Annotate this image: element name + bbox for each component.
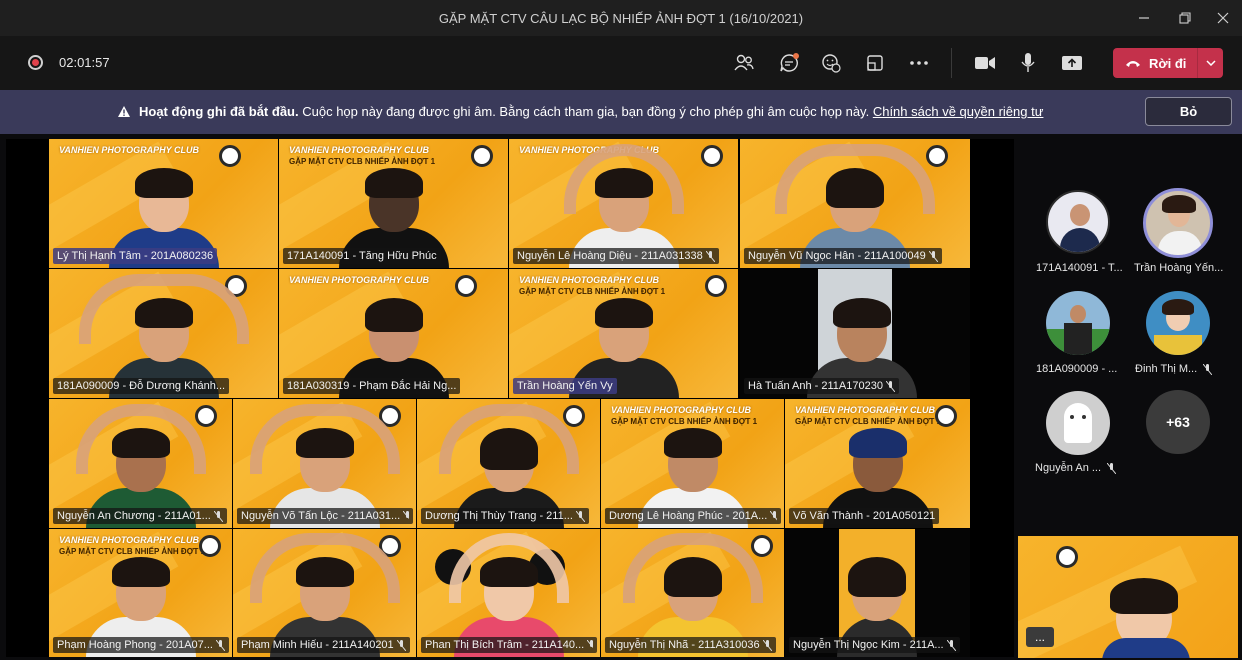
meeting-toolbar: 02:01:57 Rời đi [0, 36, 1242, 90]
avatar[interactable] [1143, 188, 1213, 258]
share-icon[interactable] [1057, 48, 1087, 78]
people-icon[interactable] [729, 48, 759, 78]
participant-row: Nguyễn An ... [1035, 462, 1117, 474]
video-tile[interactable]: Nguyễn Vũ Ngọc Hân - 211A100049 [740, 139, 970, 268]
mic-off-icon [885, 380, 895, 392]
mic-off-icon [928, 250, 938, 262]
club-logo-icon [701, 145, 723, 167]
warning-icon [118, 106, 130, 117]
video-tile[interactable]: Phan Thị Bích Trâm - 211A140... [417, 529, 600, 657]
club-logo-icon [926, 145, 948, 167]
mic-off-icon [403, 510, 409, 518]
avatar[interactable] [1046, 190, 1110, 254]
club-logo-icon [563, 405, 585, 427]
participant-name: Trần Hoàng Yến... [1134, 262, 1224, 274]
dismiss-button[interactable]: Bỏ [1145, 97, 1232, 126]
club-logo-icon [1056, 546, 1078, 568]
video-tile[interactable]: Nguyễn Võ Tấn Lộc - 211A031... [233, 399, 416, 528]
mic-off-icon [1107, 462, 1117, 474]
video-grid: VANHIEN PHOTOGRAPHY CLUB Lý Thị Hạnh Tâm… [6, 139, 1014, 657]
more-icon[interactable] [904, 48, 934, 78]
video-tile[interactable]: VANHIEN PHOTOGRAPHY CLUB 181A030319 - Ph… [279, 269, 508, 398]
window-title: GẶP MẶT CTV CÂU LẠC BỘ NHIẾP ẢNH ĐỢT 1 (… [438, 10, 804, 26]
club-logo-icon [199, 535, 221, 557]
avatar[interactable] [1046, 291, 1110, 355]
hangup-icon [1126, 61, 1140, 67]
toolbar-divider [951, 48, 952, 78]
participant-row: Đinh Thị M... [1135, 363, 1213, 375]
participant-name: Đinh Thị M... [1135, 363, 1198, 375]
club-logo-icon [219, 145, 241, 167]
video-tile[interactable]: VANHIEN PHOTOGRAPHY CLUB GẶP MẶT CTV CLB… [785, 399, 970, 528]
self-view-more-button[interactable]: ... [1026, 627, 1054, 647]
more-participants-button[interactable]: +63 [1146, 390, 1210, 454]
video-tile[interactable]: Nguyễn Thị Nhã - 211A310036 [601, 529, 784, 657]
club-logo-icon [471, 145, 493, 167]
video-tile[interactable]: Phạm Minh Hiếu - 211A140201 [233, 529, 416, 657]
video-tile[interactable]: VANHIEN PHOTOGRAPHY CLUB GẶP MẶT CTV CLB… [49, 529, 232, 657]
mic-off-icon [770, 510, 777, 520]
mic-off-icon [587, 639, 593, 647]
chevron-down-icon[interactable] [1198, 48, 1223, 78]
video-tile[interactable]: VANHIEN PHOTOGRAPHY CLUB GẶP MẶT CTV CLB… [601, 399, 784, 528]
mic-icon[interactable] [1013, 48, 1043, 78]
privacy-link[interactable]: Chính sách về quyền riêng tư [873, 104, 1044, 119]
rooms-icon[interactable] [860, 48, 890, 78]
mic-off-icon [396, 639, 406, 651]
mic-off-icon [762, 639, 772, 651]
video-tile[interactable]: VANHIEN PHOTOGRAPHY CLUB Nguyễn Lê Hoàng… [509, 139, 738, 268]
video-tile[interactable]: 181A090009 - Đỗ Dương Khánh... [49, 269, 278, 398]
camera-icon[interactable] [970, 48, 1000, 78]
mic-off-icon [213, 510, 223, 522]
video-tile[interactable]: Nguyễn Thị Ngọc Kim - 211A... [785, 529, 970, 657]
restore-icon[interactable] [1168, 0, 1202, 36]
video-tile[interactable]: VANHIEN PHOTOGRAPHY CLUB Lý Thị Hạnh Tâm… [49, 139, 278, 268]
participant-name: 171A140091 - T... [1036, 262, 1123, 274]
mic-off-icon [1203, 363, 1213, 375]
mic-off-icon [705, 250, 715, 262]
video-tile[interactable]: Dương Thị Thùy Trang - 211... [417, 399, 600, 528]
reactions-icon[interactable] [816, 48, 846, 78]
leave-button[interactable]: Rời đi [1113, 48, 1223, 78]
leave-label: Rời đi [1149, 55, 1187, 71]
club-logo-icon [935, 405, 957, 427]
meeting-timer: 02:01:57 [59, 55, 110, 70]
mic-off-icon [575, 510, 585, 522]
mic-off-icon [215, 639, 225, 651]
banner-title: Hoạt động ghi đã bắt đầu. [139, 104, 299, 119]
club-logo-icon [705, 275, 727, 297]
video-tile[interactable]: VANHIEN PHOTOGRAPHY CLUB GẶP MẶT CTV CLB… [279, 139, 508, 268]
recording-banner: Hoạt động ghi đã bắt đầu. Cuộc họp này đ… [0, 90, 1242, 134]
club-logo-icon [195, 405, 217, 427]
video-tile[interactable]: Nguyễn An Chương - 211A01... [49, 399, 232, 528]
close-icon[interactable] [1206, 0, 1240, 36]
club-logo-icon [455, 275, 477, 297]
chat-icon[interactable] [774, 48, 804, 78]
video-tile[interactable]: VANHIEN PHOTOGRAPHY CLUB GẶP MẶT CTV CLB… [509, 269, 738, 398]
avatar[interactable] [1146, 291, 1210, 355]
avatar[interactable] [1046, 391, 1110, 455]
participant-name: 181A090009 - ... [1036, 363, 1118, 375]
minimize-icon[interactable] [1127, 0, 1161, 36]
title-bar: GẶP MẶT CTV CÂU LẠC BỘ NHIẾP ẢNH ĐỢT 1 (… [0, 0, 1242, 36]
participant-name: Nguyễn An ... [1035, 462, 1102, 474]
recording-icon [28, 55, 43, 70]
video-tile[interactable]: Hà Tuấn Anh - 211A170230 [740, 269, 970, 398]
banner-message: Cuộc họp này đang được ghi âm. Bằng cách… [302, 104, 870, 119]
mic-off-icon [946, 639, 956, 651]
club-logo-icon [751, 535, 773, 557]
